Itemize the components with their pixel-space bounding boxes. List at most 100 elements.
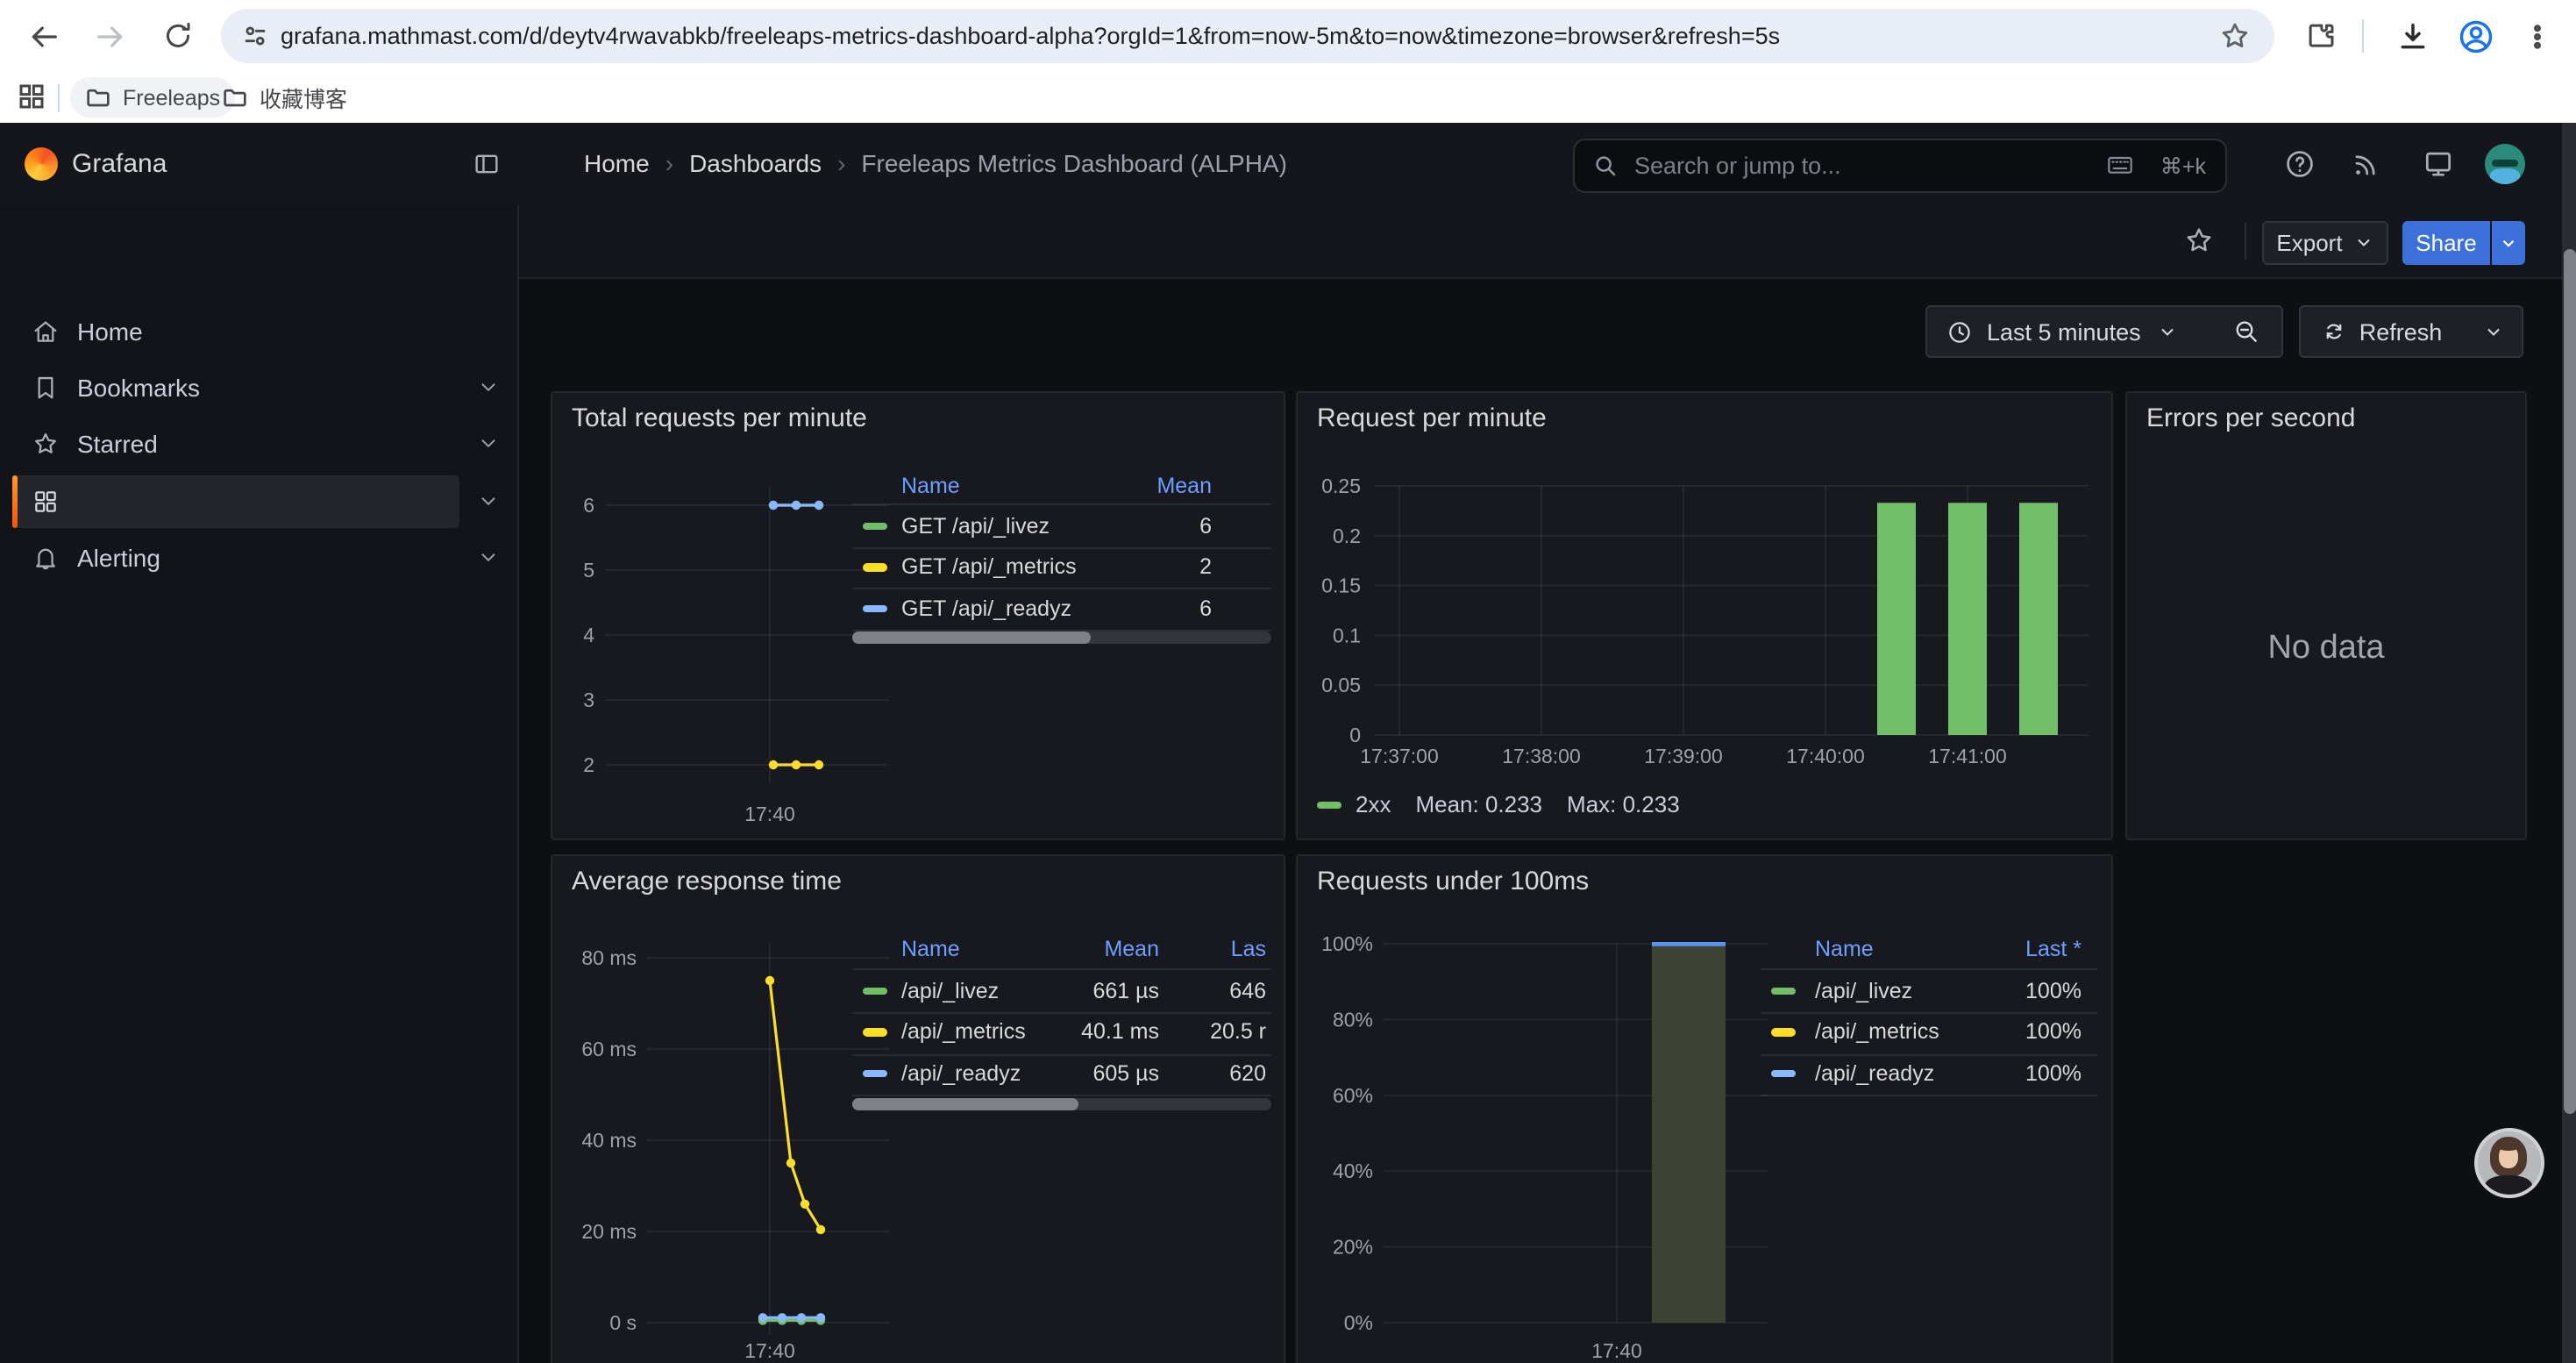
legend-scrollbar-thumb[interactable] xyxy=(852,632,1091,644)
svg-text:60 ms: 60 ms xyxy=(581,1038,637,1060)
svg-text:60%: 60% xyxy=(1333,1084,1373,1107)
legend-row[interactable]: 20.5 r xyxy=(1210,1019,1266,1045)
export-button[interactable]: Export xyxy=(2262,220,2388,264)
legend-header[interactable]: Name xyxy=(901,474,960,500)
url-bar[interactable]: grafana.mathmast.com/d/deytv4rwavabkb/fr… xyxy=(221,9,2274,63)
assistant-avatar[interactable] xyxy=(2474,1128,2544,1198)
rss-icon[interactable] xyxy=(2350,147,2383,181)
sidebar-item-starred[interactable]: Starred xyxy=(0,417,517,470)
sidebar-item-label: Home xyxy=(77,318,143,346)
chevron-down-icon[interactable] xyxy=(477,375,500,398)
sidebar-item-home[interactable]: Home xyxy=(0,305,517,358)
svg-text:17:40: 17:40 xyxy=(1591,1339,1642,1362)
clock-icon xyxy=(1946,318,1973,345)
chevron-down-icon[interactable] xyxy=(477,489,500,512)
svg-text:17:39:00: 17:39:00 xyxy=(1644,745,1723,767)
series-color-pill[interactable] xyxy=(863,1070,887,1078)
series-color-pill[interactable] xyxy=(863,988,887,995)
breadcrumb-dashboards[interactable]: Dashboards xyxy=(689,149,822,177)
panel-title[interactable]: Errors per second xyxy=(2146,403,2355,433)
series-color-pill[interactable] xyxy=(863,564,887,572)
legend-header[interactable]: Mean xyxy=(1104,937,1159,963)
svg-text:40 ms: 40 ms xyxy=(581,1129,637,1152)
series-color-pill[interactable] xyxy=(863,605,887,613)
help-icon[interactable] xyxy=(2283,147,2316,181)
legend-row[interactable]: 100% xyxy=(2025,1060,2081,1087)
page-scrollbar-thumb[interactable] xyxy=(2563,249,2575,1114)
time-range-picker[interactable]: Last 5 minutes xyxy=(1925,305,2213,358)
svg-text:3: 3 xyxy=(583,689,594,711)
legend-row[interactable]: /api/_metrics xyxy=(901,1019,1026,1045)
breadcrumb-home[interactable]: Home xyxy=(584,149,650,177)
site-settings-icon[interactable] xyxy=(240,21,270,51)
series-color-pill[interactable] xyxy=(1771,988,1796,995)
chevron-down-icon[interactable] xyxy=(477,546,500,568)
legend-header[interactable]: Last * xyxy=(2025,937,2081,963)
series-color-pill[interactable] xyxy=(1771,1070,1796,1078)
sidebar-item-dashboards[interactable]: Dashboards xyxy=(0,475,517,528)
legend-row[interactable]: 6 xyxy=(1199,596,1212,622)
browser-back-button[interactable] xyxy=(14,6,74,66)
legend-row[interactable]: /api/_readyz xyxy=(1815,1060,1934,1087)
legend-row[interactable]: 646 xyxy=(1229,978,1266,1004)
legend-row[interactable]: /api/_readyz xyxy=(901,1060,1021,1087)
legend-row[interactable]: 6 xyxy=(1199,513,1212,539)
user-avatar[interactable] xyxy=(2485,144,2525,184)
bell-icon xyxy=(32,544,60,572)
series-color-pill[interactable] xyxy=(863,523,887,531)
legend-header[interactable]: Mean xyxy=(1156,474,1212,500)
share-menu-button[interactable] xyxy=(2492,220,2525,264)
series-color-pill[interactable] xyxy=(1771,1029,1796,1037)
legend-row[interactable]: 605 µs xyxy=(1092,1060,1159,1087)
svg-text:5: 5 xyxy=(583,559,594,582)
legend-row[interactable]: GET /api/_readyz xyxy=(901,596,1071,622)
legend-row[interactable]: /api/_livez xyxy=(901,978,999,1004)
legend-inline[interactable]: 2xx Mean: 0.233 Max: 0.233 xyxy=(1317,791,1680,819)
bookmark-star-icon[interactable] xyxy=(2218,19,2252,53)
refresh-button[interactable]: Refresh xyxy=(2299,305,2466,358)
chevron-down-icon[interactable] xyxy=(477,432,500,454)
sidebar-item-alerting[interactable]: Alerting xyxy=(0,532,517,584)
browser-menu-icon[interactable] xyxy=(2508,6,2567,66)
legend-row[interactable]: 100% xyxy=(2025,1019,2081,1045)
legend-row[interactable]: GET /api/_metrics xyxy=(901,554,1077,581)
svg-text:0: 0 xyxy=(1349,724,1361,746)
legend-row[interactable]: GET /api/_livez xyxy=(901,513,1050,539)
extensions-icon[interactable] xyxy=(2290,6,2350,66)
svg-text:4: 4 xyxy=(583,624,594,646)
svg-text:0 s: 0 s xyxy=(609,1311,637,1334)
apps-grid-icon[interactable] xyxy=(16,81,47,112)
legend-row[interactable]: 100% xyxy=(2025,978,2081,1004)
legend-row[interactable]: 2 xyxy=(1199,554,1212,581)
zoom-out-button[interactable] xyxy=(2211,305,2283,358)
profile-icon[interactable] xyxy=(2446,6,2506,66)
legend-row[interactable]: /api/_metrics xyxy=(1815,1019,1939,1045)
grafana-logo-icon[interactable] xyxy=(25,147,58,181)
share-button[interactable]: Share xyxy=(2402,220,2490,264)
series-color-pill[interactable] xyxy=(863,1029,887,1037)
refresh-interval-button[interactable] xyxy=(2464,305,2523,358)
search-input[interactable] xyxy=(1631,151,2024,181)
legend-header[interactable]: Name xyxy=(1815,937,1874,963)
bookmark-folder-blogs[interactable]: 收藏博客 xyxy=(207,77,361,118)
favorite-star-icon[interactable] xyxy=(2183,225,2215,256)
legend-row[interactable]: /api/_livez xyxy=(1815,978,1912,1004)
dock-menu-icon[interactable] xyxy=(472,149,502,179)
legend-row[interactable]: 40.1 ms xyxy=(1081,1019,1159,1045)
sidebar-item-bookmarks[interactable]: Bookmarks xyxy=(0,361,517,414)
downloads-icon[interactable] xyxy=(2383,6,2443,66)
legend-scrollbar-thumb[interactable] xyxy=(852,1098,1078,1110)
browser-reload-button[interactable] xyxy=(147,6,207,66)
star-icon xyxy=(32,430,60,458)
search-box[interactable]: ⌘+k xyxy=(1573,139,2227,193)
sidebar-nav: Home BookmarksStarredDashboardsAlerting xyxy=(0,205,519,1363)
svg-text:17:37:00: 17:37:00 xyxy=(1360,745,1439,767)
legend-header[interactable]: Las xyxy=(1231,937,1266,963)
legend-row[interactable]: 661 µs xyxy=(1092,978,1159,1004)
monitor-icon[interactable] xyxy=(2422,147,2455,181)
browser-forward-button[interactable] xyxy=(81,6,140,66)
legend-header[interactable]: Name xyxy=(901,937,960,963)
legend-row[interactable]: 620 xyxy=(1229,1060,1266,1087)
svg-text:80%: 80% xyxy=(1333,1008,1373,1031)
bar-chart[interactable]: 0.250.20.150.10.05017:37:0017:38:0017:39… xyxy=(1298,393,2111,838)
